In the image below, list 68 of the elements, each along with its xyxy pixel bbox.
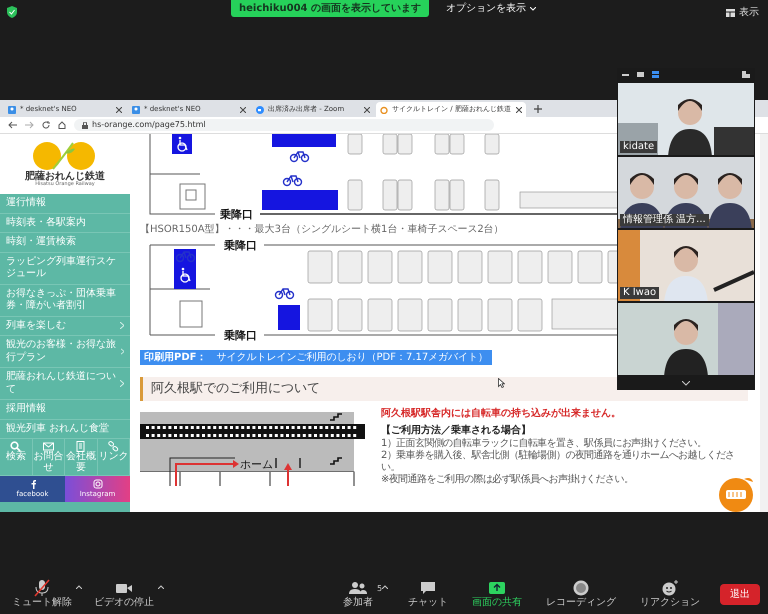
shield-icon xyxy=(7,6,17,18)
participant-name: kidate xyxy=(620,140,658,153)
tab-favicon-icon xyxy=(380,106,388,114)
door-label: 乗降口 xyxy=(224,239,257,252)
reload-icon[interactable] xyxy=(42,121,50,129)
record-icon xyxy=(572,579,590,597)
caret-icon xyxy=(530,6,536,10)
logo-title: 肥薩おれんじ鉄道 xyxy=(25,171,105,182)
building-icon xyxy=(75,441,86,452)
participants-icon xyxy=(349,579,367,597)
people-button[interactable]: 参加者 xyxy=(339,579,377,609)
chevron-icon xyxy=(120,348,124,355)
platform-label: ホーム xyxy=(240,458,273,470)
pdf-label: 印刷用PDF： xyxy=(144,350,206,365)
smiley-icon xyxy=(661,579,680,597)
minimize-icon[interactable] xyxy=(622,74,629,76)
tab-favicon-icon xyxy=(8,106,16,114)
instruction-text: 2）乗車券を購入後、駅舎北側（駐輪場側）の夜間通路を通りホームへお越しください。 xyxy=(381,450,736,474)
mail-icon xyxy=(42,441,54,452)
close-icon[interactable] xyxy=(116,106,122,112)
caret-icon[interactable] xyxy=(158,585,164,589)
scrollbar[interactable] xyxy=(760,134,768,512)
share-screen-icon xyxy=(488,579,506,597)
door-label: 乗降口 xyxy=(220,208,253,220)
record-button[interactable]: レコーディング xyxy=(542,579,620,609)
close-icon[interactable] xyxy=(364,106,370,112)
caret-icon[interactable] xyxy=(382,585,388,589)
instruction-text: ※夜間通路をご利用の際は必ず駅係員へお声掛けください。 xyxy=(381,474,634,486)
home-icon[interactable] xyxy=(58,121,66,129)
tab-favicon-icon xyxy=(132,106,140,114)
warning-text: 阿久根駅駅舎内には自転車の持ち込みが出来ません。 xyxy=(381,406,622,420)
tab-favicon-icon xyxy=(256,106,264,114)
search-icon xyxy=(10,441,22,452)
caption-text: 【HSOR150A型】・・・最大3台（シングルシート横1台・車椅子スペース2台） xyxy=(140,222,505,237)
chevron-icon xyxy=(120,380,124,387)
link-icon xyxy=(108,441,119,452)
window-icon[interactable] xyxy=(637,72,644,78)
pdf-link[interactable]: サイクルトレインご利用のしおり（PDF：7.17メガバイト） xyxy=(216,350,488,365)
cursor-icon xyxy=(498,378,505,388)
reaction-button[interactable]: リアクション xyxy=(636,579,704,609)
chevron-down-icon[interactable] xyxy=(682,380,690,386)
view-button[interactable]: 表示 xyxy=(725,4,760,21)
grid-icon xyxy=(726,8,735,16)
options-button[interactable]: オプションを表示 xyxy=(444,0,537,17)
plus-icon[interactable] xyxy=(534,105,542,113)
gallery-icon[interactable] xyxy=(652,71,659,78)
close-icon[interactable] xyxy=(516,106,522,112)
caret-icon[interactable] xyxy=(76,585,82,589)
usage-title: 【ご利用方法／乗車される場合】 xyxy=(381,423,532,438)
mic-button[interactable]: ミュート解除 xyxy=(8,579,76,609)
leave-button[interactable]: 退出 xyxy=(720,584,760,604)
participant-count: 5 xyxy=(377,583,382,595)
lock-icon xyxy=(82,122,88,128)
chat-icon xyxy=(419,579,438,597)
back-icon[interactable] xyxy=(8,121,17,129)
address-bar[interactable]: hs-orange.com/page75.html xyxy=(74,119,494,131)
share-banner: heichiku004 の画面を表示しています xyxy=(231,0,429,17)
expand-icon[interactable] xyxy=(742,71,750,78)
instruction-text: 1）正面玄関側の自転車ラックに自転車を置き、駅係員にお声掛けください。 xyxy=(381,438,708,450)
close-icon[interactable] xyxy=(240,106,246,112)
participant-name: 情報管理係 温方... xyxy=(620,214,709,226)
chat-button[interactable]: チャット xyxy=(404,579,452,609)
instagram-icon xyxy=(92,478,102,489)
video-button[interactable]: ビデオの停止 xyxy=(90,579,158,609)
participant-name: K Iwao xyxy=(620,287,660,300)
share-button[interactable]: 画面の共有 xyxy=(468,579,526,609)
chevron-icon xyxy=(120,322,124,330)
door-label: 乗降口 xyxy=(224,329,257,342)
